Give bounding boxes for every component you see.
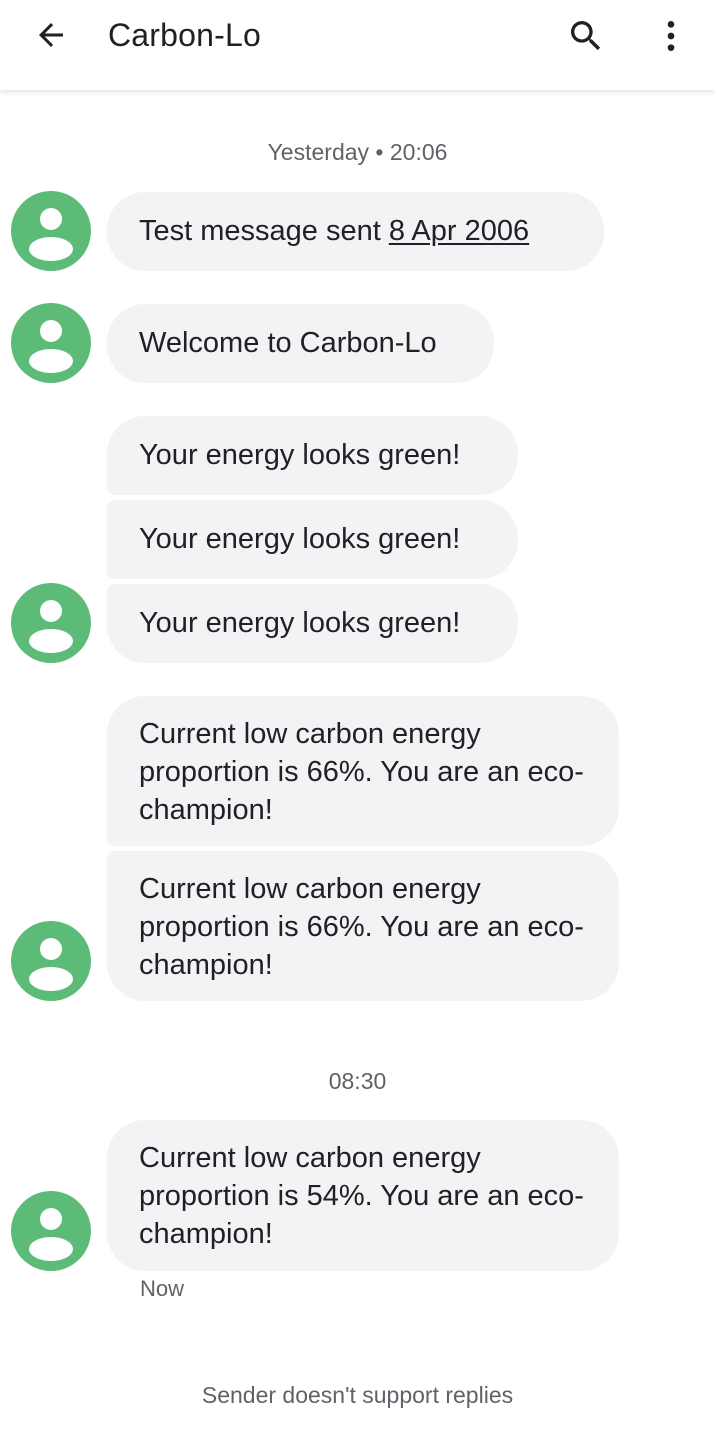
date-link[interactable]: 8 Apr 2006 xyxy=(389,215,529,248)
person-icon xyxy=(29,320,73,373)
sender-avatar[interactable] xyxy=(11,303,91,383)
sender-avatar[interactable] xyxy=(11,1191,91,1271)
sender-avatar[interactable] xyxy=(11,921,91,1001)
person-icon xyxy=(29,1208,73,1261)
arrow-back-icon xyxy=(39,23,63,47)
person-icon xyxy=(29,208,73,261)
replies-unsupported-note: Sender doesn't support replies xyxy=(201,1382,514,1408)
message-text: Your energy looks green! xyxy=(139,607,461,639)
message-bubble[interactable]: Your energy looks green! xyxy=(107,500,518,579)
person-icon xyxy=(29,600,73,653)
message-bubble[interactable]: Current low carbon energy proportion is … xyxy=(107,1120,619,1271)
more-vert-icon xyxy=(667,21,675,51)
conversation-title: Carbon-Lo xyxy=(108,17,262,53)
search-button[interactable] xyxy=(562,12,610,60)
message-text: Welcome to Carbon-Lo xyxy=(139,327,437,359)
message-bubble[interactable]: Your energy looks green! xyxy=(107,416,518,495)
person-icon xyxy=(29,938,73,991)
sender-avatar[interactable] xyxy=(11,191,91,271)
message-status: Now xyxy=(140,1276,185,1301)
message-text: Current low carbon energy proportion is … xyxy=(139,1142,584,1250)
app-bar: Carbon-Lo xyxy=(0,0,715,90)
search-icon xyxy=(571,21,601,51)
message-bubble[interactable]: Test message sent 8 Apr 2006 xyxy=(107,192,604,271)
message-text: Your energy looks green! xyxy=(139,523,461,555)
message-text: Your energy looks green! xyxy=(139,439,461,471)
message-bubble[interactable]: Welcome to Carbon-Lo xyxy=(107,304,494,383)
timestamp-divider: Yesterday • 20:06 xyxy=(267,139,448,165)
sender-avatar[interactable] xyxy=(11,583,91,663)
more-options-button[interactable] xyxy=(650,12,692,60)
back-button[interactable] xyxy=(24,13,78,57)
timestamp-divider: 08:30 xyxy=(328,1068,387,1094)
message-bubble[interactable]: Current low carbon energy proportion is … xyxy=(107,851,619,1001)
message-bubble[interactable]: Your energy looks green! xyxy=(107,584,518,663)
message-text: Current low carbon energy proportion is … xyxy=(139,873,584,981)
message-text: Current low carbon energy proportion is … xyxy=(139,718,584,826)
message-bubble[interactable]: Current low carbon energy proportion is … xyxy=(107,696,619,846)
message-text: Test message sent xyxy=(139,215,389,247)
